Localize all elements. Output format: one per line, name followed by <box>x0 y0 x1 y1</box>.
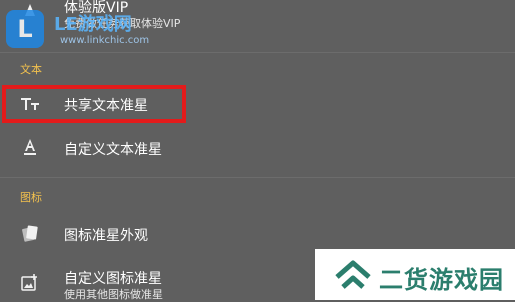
custom-text-crosshair-item[interactable]: 自定义文本准星 <box>0 131 515 165</box>
watermark-logo: L <box>6 10 44 48</box>
icon-crosshair-appearance-label: 图标准星外观 <box>64 228 148 244</box>
divider <box>0 177 515 178</box>
watermark-url: www.linkchic.com <box>60 35 150 46</box>
highlight-box <box>2 85 186 123</box>
watermark-brand: LE游戏网 <box>54 14 132 35</box>
add-image-icon <box>20 272 40 292</box>
custom-text-crosshair-label: 自定义文本准星 <box>64 142 162 158</box>
watermark-card: 二货游戏园 <box>315 249 515 300</box>
chevron-up-logo-icon <box>335 260 371 289</box>
section-title-text: 文本 <box>20 63 42 76</box>
custom-icon-crosshair-label: 自定义图标准星 <box>64 271 162 287</box>
section-title-icon: 图标 <box>20 191 42 204</box>
icon-crosshair-appearance-item[interactable]: 图标准星外观 <box>0 216 515 250</box>
cards-icon <box>20 223 40 243</box>
text-format-icon <box>20 137 40 157</box>
divider <box>0 52 515 53</box>
watermark-card-text: 二货游戏园 <box>379 266 504 294</box>
